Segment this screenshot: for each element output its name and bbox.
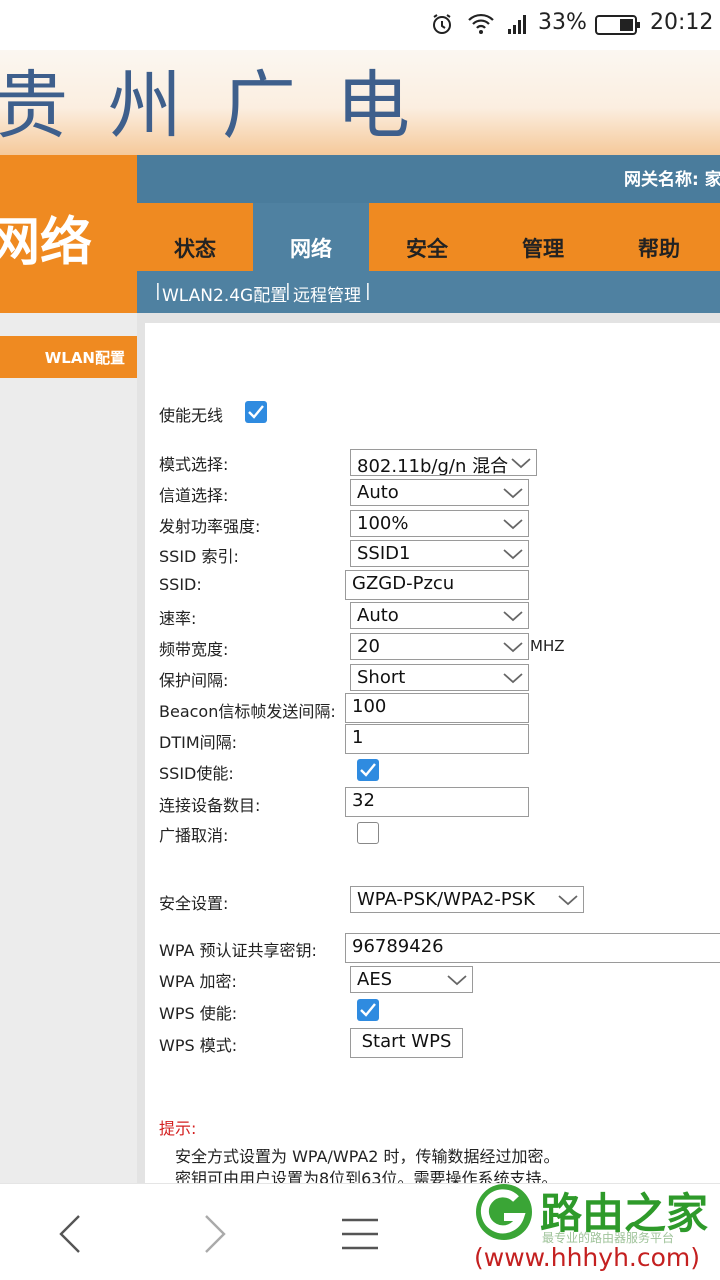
mode-value: 802.11b/g/n 混合 [357,456,509,476]
wpa-encryption-value: AES [357,969,393,990]
psk-label: WPA 预认证共享密钥: [159,941,317,960]
bandwidth-unit: MHZ [530,637,565,655]
sidebar-item-wlan-config[interactable]: WLAN配置 [0,336,145,378]
max-devices-input[interactable]: 32 [345,787,529,817]
enable-wireless-checkbox[interactable] [245,401,267,423]
wps-mode-label: WPS 模式: [159,1036,238,1055]
enable-wireless-label: 使能无线 [159,406,224,425]
watermark-logo-icon [472,1181,536,1247]
sidebar-item-label: WLAN配置 [44,349,125,367]
subnav-wlan24g[interactable]: WLAN2.4G配置 [162,281,287,306]
tab-status[interactable]: 状态 [137,203,253,271]
wpa-encryption-select[interactable]: AES [350,966,473,993]
channel-label: 信道选择: [159,486,229,505]
gateway-bar: 网关名称: 家 [137,155,720,203]
ssid-index-select[interactable]: SSID1 [350,540,529,567]
mode-label: 模式选择: [159,455,229,474]
status-bar: 33% 20:12 [0,0,720,50]
mode-select[interactable]: 802.11b/g/n 混合 [350,449,537,476]
subnav-divider: | [285,281,291,301]
beacon-label: Beacon信标帧发送间隔: [159,702,336,721]
broadcast-cancel-label: 广播取消: [159,826,229,845]
menu-icon[interactable] [340,1216,380,1256]
alarm-icon [430,12,454,36]
gateway-name-label: 网关名称: 家 [624,170,720,190]
wifi-icon [467,12,495,36]
chevron-down-icon [446,970,468,992]
rate-select[interactable]: Auto [350,602,529,629]
ssid-index-value: SSID1 [357,543,411,564]
chevron-down-icon [502,606,524,628]
top-nav: 网关名称: 家 状态 网络 安全 管理 帮助 | WLAN2.4G配置 | 远程… [137,155,720,313]
security-select[interactable]: WPA-PSK/WPA2-PSK [350,886,584,913]
signal-icon [507,12,529,36]
back-icon[interactable] [55,1212,85,1260]
wps-enable-checkbox[interactable] [357,999,379,1021]
dtim-label: DTIM间隔: [159,733,238,752]
clock-time: 20:12 [650,10,714,35]
bandwidth-select[interactable]: 20 [350,633,529,660]
header-banner: 贵州广电 [0,50,720,155]
chevron-down-icon [557,890,579,912]
tab-management[interactable]: 管理 [485,203,601,271]
wpa-encryption-label: WPA 加密: [159,972,237,991]
subnav-divider: | [155,281,161,301]
channel-select[interactable]: Auto [350,479,529,506]
psk-input[interactable]: 96789426 [345,933,720,963]
chevron-down-icon [502,544,524,566]
battery-percent: 33% [538,10,587,35]
section-title: 网络 [0,213,93,273]
chevron-down-icon [502,637,524,659]
forward-icon[interactable] [200,1212,230,1260]
chevron-down-icon [502,668,524,690]
security-label: 安全设置: [159,894,229,913]
brand-logo: 贵州广电 [0,63,450,149]
tip-title: 提示: [159,1119,197,1138]
chevron-down-icon [510,453,532,475]
tab-network[interactable]: 网络 [253,203,369,271]
tip-line: 安全方式设置为 WPA/WPA2 时，传输数据经过加密。 [175,1147,560,1166]
chevron-down-icon [502,514,524,536]
battery-icon [595,13,641,37]
sidebar [0,313,137,1190]
subnav-remote-management[interactable]: 远程管理 [293,281,361,306]
dtim-input[interactable]: 1 [345,724,529,754]
tx-power-value: 100% [357,513,409,534]
start-wps-button[interactable]: Start WPS [350,1028,463,1058]
subnav-divider: | [365,281,371,301]
tab-bar: 状态 网络 安全 管理 帮助 [137,203,720,271]
beacon-input[interactable]: 100 [345,693,529,723]
tab-security[interactable]: 安全 [369,203,485,271]
rate-value: Auto [357,605,399,626]
bandwidth-value: 20 [357,636,380,657]
security-value: WPA-PSK/WPA2-PSK [357,889,535,910]
broadcast-cancel-checkbox[interactable] [357,822,379,844]
watermark-url: (www.hhhyh.com) [474,1243,701,1272]
ssid-index-label: SSID 索引: [159,547,239,566]
tab-help[interactable]: 帮助 [601,203,717,271]
watermark: 路由之家 最专业的路由器服务平台 (www.hhhyh.com) [470,1175,720,1280]
rate-label: 速率: [159,609,197,628]
tx-power-select[interactable]: 100% [350,510,529,537]
bandwidth-label: 频带宽度: [159,640,229,659]
section-title-box: 网络 [0,155,137,313]
guard-interval-value: Short [357,667,406,688]
ssid-label: SSID: [159,575,202,594]
guard-interval-label: 保护间隔: [159,671,229,690]
ssid-enable-label: SSID使能: [159,764,234,783]
sub-nav: | WLAN2.4G配置 | 远程管理 | [137,271,720,313]
guard-interval-select[interactable]: Short [350,664,529,691]
chevron-down-icon [502,483,524,505]
ssid-input[interactable]: GZGD-Pzcu [345,570,529,600]
wps-enable-label: WPS 使能: [159,1004,238,1023]
channel-value: Auto [357,482,399,503]
max-devices-label: 连接设备数目: [159,796,261,815]
ssid-enable-checkbox[interactable] [357,759,379,781]
tx-power-label: 发射功率强度: [159,517,261,536]
